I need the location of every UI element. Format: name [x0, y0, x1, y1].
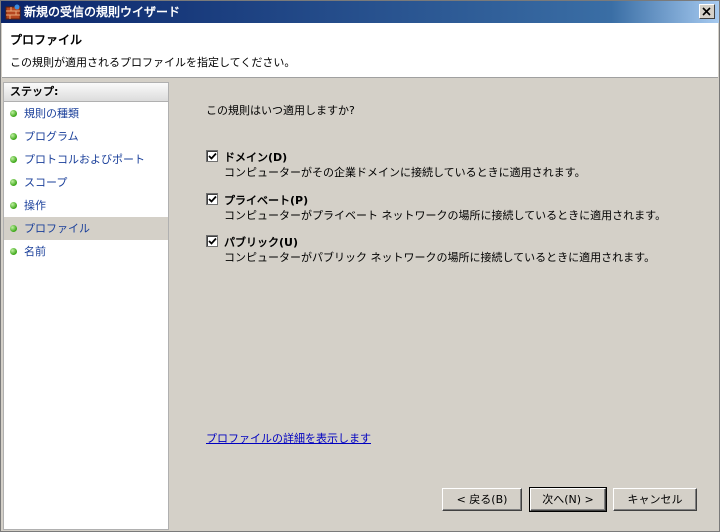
domain-label[interactable]: ドメイン(D) [224, 149, 287, 165]
step-status-icon [10, 133, 17, 140]
firewall-icon [5, 4, 21, 20]
step-profile[interactable]: プロファイル [4, 217, 168, 240]
step-status-icon [10, 202, 17, 209]
step-status-icon [10, 179, 17, 186]
step-status-icon [10, 110, 17, 117]
cancel-button[interactable]: キャンセル [613, 488, 697, 511]
domain-description: コンピューターがその企業ドメインに接続しているときに適用されます。 [224, 166, 586, 179]
step-rule-type[interactable]: 規則の種類 [4, 102, 168, 125]
domain-checkbox[interactable] [206, 150, 218, 162]
step-scope[interactable]: スコープ [4, 171, 168, 194]
step-status-icon [10, 248, 17, 255]
wizard-header: プロファイル この規則が適用されるプロファイルを指定してください。 [2, 23, 718, 78]
close-icon [702, 7, 711, 16]
close-button[interactable] [699, 4, 715, 19]
page-title: プロファイル [10, 33, 83, 47]
window-title: 新規の受信の規則ウイザード [24, 5, 181, 19]
steps-pane: ステップ: 規則の種類 プログラム プロトコルおよびポート スコープ 操作 プロ… [3, 82, 169, 530]
profile-details-link[interactable]: プロファイルの詳細を表示します [206, 430, 371, 446]
step-program[interactable]: プログラム [4, 125, 168, 148]
public-checkbox[interactable] [206, 235, 218, 247]
step-status-icon [10, 225, 17, 232]
wizard-window: 新規の受信の規則ウイザード プロファイル この規則が適用されるプロファイルを指定… [0, 0, 720, 532]
checkmark-icon [208, 195, 217, 203]
private-checkbox[interactable] [206, 193, 218, 205]
step-protocol-ports[interactable]: プロトコルおよびポート [4, 148, 168, 171]
step-status-icon [10, 156, 17, 163]
checkmark-icon [208, 152, 217, 160]
private-label[interactable]: プライベート(P) [224, 192, 308, 208]
steps-header: ステップ: [4, 83, 168, 102]
main-panel: この規則はいつ適用しますか? ドメイン(D) コンピューターがその企業ドメインに… [172, 82, 717, 530]
question-label: この規則はいつ適用しますか? [206, 104, 355, 117]
public-description: コンピューターがパブリック ネットワークの場所に接続しているときに適用されます。 [224, 251, 656, 264]
checkmark-icon [208, 237, 217, 245]
title-bar[interactable]: 新規の受信の規則ウイザード [1, 1, 719, 23]
private-description: コンピューターがプライベート ネットワークの場所に接続しているときに適用されます… [224, 209, 667, 222]
next-button[interactable]: 次へ(N) > [529, 487, 607, 512]
back-button[interactable]: < 戻る(B) [442, 488, 522, 511]
page-subtitle: この規則が適用されるプロファイルを指定してください。 [10, 56, 296, 69]
step-name[interactable]: 名前 [4, 240, 168, 263]
public-label[interactable]: パブリック(U) [224, 234, 298, 250]
step-action[interactable]: 操作 [4, 194, 168, 217]
